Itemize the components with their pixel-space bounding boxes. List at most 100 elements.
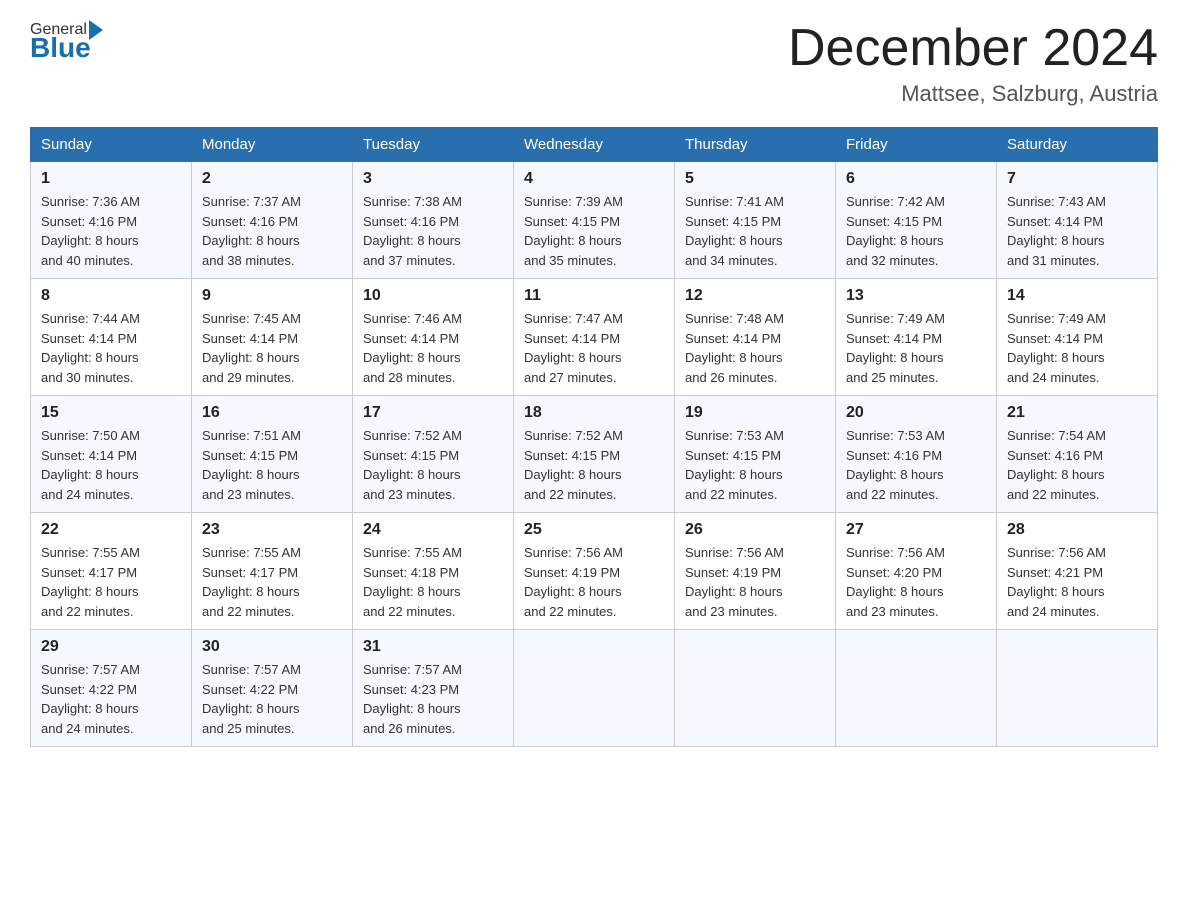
table-row: 21 Sunrise: 7:54 AM Sunset: 4:16 PM Dayl… (997, 396, 1158, 513)
table-row: 4 Sunrise: 7:39 AM Sunset: 4:15 PM Dayli… (514, 162, 675, 279)
col-monday: Monday (192, 128, 353, 162)
day-info: Sunrise: 7:44 AM Sunset: 4:14 PM Dayligh… (41, 309, 181, 387)
calendar-week-1: 1 Sunrise: 7:36 AM Sunset: 4:16 PM Dayli… (31, 162, 1158, 279)
day-info: Sunrise: 7:47 AM Sunset: 4:14 PM Dayligh… (524, 309, 664, 387)
day-info: Sunrise: 7:56 AM Sunset: 4:19 PM Dayligh… (524, 543, 664, 621)
table-row: 29 Sunrise: 7:57 AM Sunset: 4:22 PM Dayl… (31, 630, 192, 747)
logo-blue-text: Blue (30, 32, 91, 64)
header-row: Sunday Monday Tuesday Wednesday Thursday… (31, 128, 1158, 162)
day-number: 19 (685, 404, 825, 422)
day-number: 8 (41, 287, 181, 305)
day-info: Sunrise: 7:54 AM Sunset: 4:16 PM Dayligh… (1007, 426, 1147, 504)
day-info: Sunrise: 7:43 AM Sunset: 4:14 PM Dayligh… (1007, 192, 1147, 270)
table-row (514, 630, 675, 747)
day-info: Sunrise: 7:56 AM Sunset: 4:19 PM Dayligh… (685, 543, 825, 621)
table-row: 1 Sunrise: 7:36 AM Sunset: 4:16 PM Dayli… (31, 162, 192, 279)
table-row: 28 Sunrise: 7:56 AM Sunset: 4:21 PM Dayl… (997, 513, 1158, 630)
day-number: 1 (41, 170, 181, 188)
table-row: 5 Sunrise: 7:41 AM Sunset: 4:15 PM Dayli… (675, 162, 836, 279)
calendar-table: Sunday Monday Tuesday Wednesday Thursday… (30, 127, 1158, 747)
day-number: 7 (1007, 170, 1147, 188)
table-row: 24 Sunrise: 7:55 AM Sunset: 4:18 PM Dayl… (353, 513, 514, 630)
day-number: 26 (685, 521, 825, 539)
day-number: 11 (524, 287, 664, 305)
table-row: 22 Sunrise: 7:55 AM Sunset: 4:17 PM Dayl… (31, 513, 192, 630)
day-number: 27 (846, 521, 986, 539)
table-row: 16 Sunrise: 7:51 AM Sunset: 4:15 PM Dayl… (192, 396, 353, 513)
logo-arrow-icon (89, 20, 103, 40)
day-number: 2 (202, 170, 342, 188)
calendar-week-2: 8 Sunrise: 7:44 AM Sunset: 4:14 PM Dayli… (31, 279, 1158, 396)
day-info: Sunrise: 7:45 AM Sunset: 4:14 PM Dayligh… (202, 309, 342, 387)
table-row (997, 630, 1158, 747)
day-number: 28 (1007, 521, 1147, 539)
day-info: Sunrise: 7:50 AM Sunset: 4:14 PM Dayligh… (41, 426, 181, 504)
col-wednesday: Wednesday (514, 128, 675, 162)
table-row (675, 630, 836, 747)
day-number: 3 (363, 170, 503, 188)
day-info: Sunrise: 7:52 AM Sunset: 4:15 PM Dayligh… (363, 426, 503, 504)
day-number: 6 (846, 170, 986, 188)
day-number: 22 (41, 521, 181, 539)
col-thursday: Thursday (675, 128, 836, 162)
table-row: 13 Sunrise: 7:49 AM Sunset: 4:14 PM Dayl… (836, 279, 997, 396)
day-info: Sunrise: 7:56 AM Sunset: 4:20 PM Dayligh… (846, 543, 986, 621)
day-info: Sunrise: 7:55 AM Sunset: 4:17 PM Dayligh… (202, 543, 342, 621)
table-row: 19 Sunrise: 7:53 AM Sunset: 4:15 PM Dayl… (675, 396, 836, 513)
day-info: Sunrise: 7:42 AM Sunset: 4:15 PM Dayligh… (846, 192, 986, 270)
day-info: Sunrise: 7:46 AM Sunset: 4:14 PM Dayligh… (363, 309, 503, 387)
day-info: Sunrise: 7:41 AM Sunset: 4:15 PM Dayligh… (685, 192, 825, 270)
table-row (836, 630, 997, 747)
day-number: 9 (202, 287, 342, 305)
table-row: 25 Sunrise: 7:56 AM Sunset: 4:19 PM Dayl… (514, 513, 675, 630)
table-row: 3 Sunrise: 7:38 AM Sunset: 4:16 PM Dayli… (353, 162, 514, 279)
day-number: 14 (1007, 287, 1147, 305)
day-info: Sunrise: 7:55 AM Sunset: 4:17 PM Dayligh… (41, 543, 181, 621)
day-number: 18 (524, 404, 664, 422)
day-info: Sunrise: 7:57 AM Sunset: 4:23 PM Dayligh… (363, 660, 503, 738)
location-title: Mattsee, Salzburg, Austria (788, 81, 1158, 107)
day-info: Sunrise: 7:38 AM Sunset: 4:16 PM Dayligh… (363, 192, 503, 270)
day-info: Sunrise: 7:57 AM Sunset: 4:22 PM Dayligh… (202, 660, 342, 738)
day-info: Sunrise: 7:36 AM Sunset: 4:16 PM Dayligh… (41, 192, 181, 270)
col-saturday: Saturday (997, 128, 1158, 162)
month-title: December 2024 (788, 20, 1158, 77)
day-info: Sunrise: 7:49 AM Sunset: 4:14 PM Dayligh… (1007, 309, 1147, 387)
day-number: 25 (524, 521, 664, 539)
table-row: 2 Sunrise: 7:37 AM Sunset: 4:16 PM Dayli… (192, 162, 353, 279)
table-row: 12 Sunrise: 7:48 AM Sunset: 4:14 PM Dayl… (675, 279, 836, 396)
day-number: 15 (41, 404, 181, 422)
day-number: 29 (41, 638, 181, 656)
day-info: Sunrise: 7:52 AM Sunset: 4:15 PM Dayligh… (524, 426, 664, 504)
day-number: 12 (685, 287, 825, 305)
table-row: 11 Sunrise: 7:47 AM Sunset: 4:14 PM Dayl… (514, 279, 675, 396)
table-row: 8 Sunrise: 7:44 AM Sunset: 4:14 PM Dayli… (31, 279, 192, 396)
day-number: 10 (363, 287, 503, 305)
table-row: 7 Sunrise: 7:43 AM Sunset: 4:14 PM Dayli… (997, 162, 1158, 279)
day-info: Sunrise: 7:48 AM Sunset: 4:14 PM Dayligh… (685, 309, 825, 387)
table-row: 14 Sunrise: 7:49 AM Sunset: 4:14 PM Dayl… (997, 279, 1158, 396)
day-info: Sunrise: 7:37 AM Sunset: 4:16 PM Dayligh… (202, 192, 342, 270)
table-row: 31 Sunrise: 7:57 AM Sunset: 4:23 PM Dayl… (353, 630, 514, 747)
table-row: 30 Sunrise: 7:57 AM Sunset: 4:22 PM Dayl… (192, 630, 353, 747)
table-row: 27 Sunrise: 7:56 AM Sunset: 4:20 PM Dayl… (836, 513, 997, 630)
title-area: December 2024 Mattsee, Salzburg, Austria (788, 20, 1158, 107)
col-sunday: Sunday (31, 128, 192, 162)
day-number: 23 (202, 521, 342, 539)
day-info: Sunrise: 7:56 AM Sunset: 4:21 PM Dayligh… (1007, 543, 1147, 621)
day-info: Sunrise: 7:51 AM Sunset: 4:15 PM Dayligh… (202, 426, 342, 504)
day-number: 21 (1007, 404, 1147, 422)
table-row: 20 Sunrise: 7:53 AM Sunset: 4:16 PM Dayl… (836, 396, 997, 513)
table-row: 9 Sunrise: 7:45 AM Sunset: 4:14 PM Dayli… (192, 279, 353, 396)
day-info: Sunrise: 7:53 AM Sunset: 4:16 PM Dayligh… (846, 426, 986, 504)
day-number: 31 (363, 638, 503, 656)
day-number: 5 (685, 170, 825, 188)
day-number: 17 (363, 404, 503, 422)
calendar-week-4: 22 Sunrise: 7:55 AM Sunset: 4:17 PM Dayl… (31, 513, 1158, 630)
day-info: Sunrise: 7:55 AM Sunset: 4:18 PM Dayligh… (363, 543, 503, 621)
table-row: 26 Sunrise: 7:56 AM Sunset: 4:19 PM Dayl… (675, 513, 836, 630)
day-info: Sunrise: 7:39 AM Sunset: 4:15 PM Dayligh… (524, 192, 664, 270)
day-number: 16 (202, 404, 342, 422)
table-row: 18 Sunrise: 7:52 AM Sunset: 4:15 PM Dayl… (514, 396, 675, 513)
page-header: General Blue December 2024 Mattsee, Salz… (30, 20, 1158, 107)
